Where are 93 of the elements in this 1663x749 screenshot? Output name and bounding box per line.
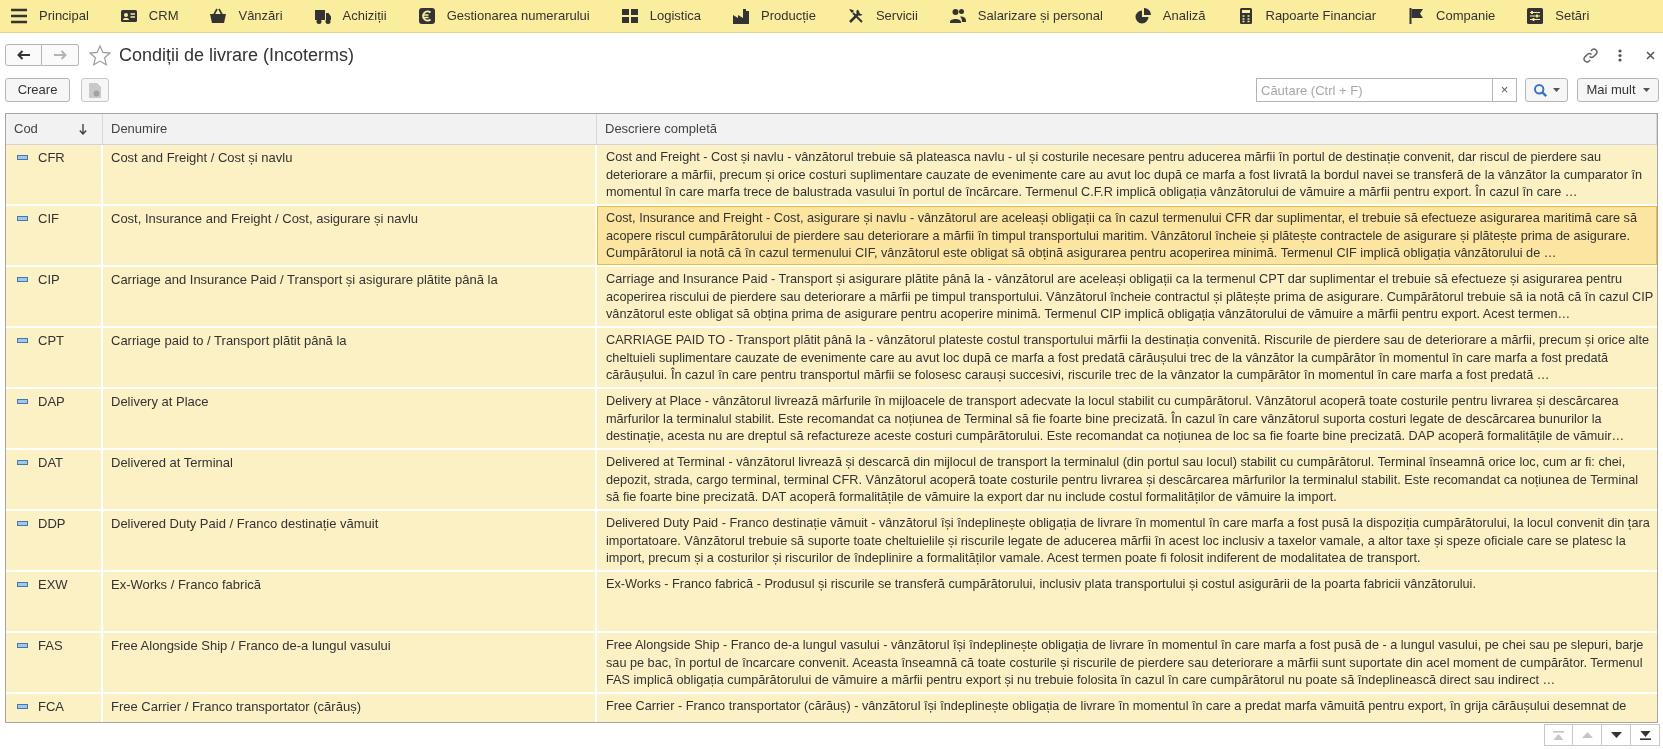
id-card-icon	[120, 8, 137, 24]
code-text: EXW	[38, 576, 68, 594]
table-cell: Ex-Works / Franco fabrică	[103, 572, 595, 631]
create-button[interactable]: Creare	[5, 78, 70, 102]
code-text: FAS	[38, 637, 63, 655]
table-cell: Delivery at Place - vânzătorul livrează mărfurile în mijloacele de transport adecvate la locul stabilit cu cumpărătorul. Vânzătorul acoperă toate costurile pentru livrarea și descărcarea mărfurilor la terminalul stabilit. Este recomandat ca noțiunea de Terminal să fie foarte bine precizată. În cazul în care vânzătorul suporta costuri legate de descărcarea bunurilor la destinație, acesta nu are dreptul să refactureze aceste costuri cumpărătorului. Este recomandat ca noțiunea de loc sa fie foarte bine precizată. DAP acoperă formalitățile de vămuir…	[597, 389, 1657, 448]
flag-icon	[1408, 8, 1425, 24]
dash-icon	[17, 704, 28, 709]
dash-icon	[17, 460, 28, 465]
bar-triangle-up-icon	[1553, 730, 1564, 740]
basket-icon	[210, 8, 227, 24]
table-cell: Delivered Duty Paid - Franco destinație vămuit - vânzătorul își îndeplinește obligația de livrare în momentul în care marfa a fost pusă la dispoziția cumpărătorului, la locul convenit din țara importatoare. Vânzătorul trebuie să suporte toate cheltuielile și riscurile legate de aducerea mărfii în acest loc inclusiv a taxelor vamale, a altor taxe și speze oficiale care se platesc la import, precum și a costurilor și riscurilor de îndeplinire a formalităților vamale. Acest termen poate fi folosit indiferent de modalitatea de transport.	[597, 511, 1657, 570]
arrow-left-icon	[17, 50, 30, 60]
table-cell: Carriage paid to / Transport plătit până la	[103, 328, 595, 387]
table-cell: Free Alongside Ship / Franco de-a lungul vasului	[103, 633, 595, 692]
search-button[interactable]	[1525, 78, 1568, 102]
caret-icon	[1642, 88, 1650, 92]
menu-icon	[11, 8, 27, 24]
table-cell: Cost and Freight - Cost și navlu - vânzătorul trebuie să plateasca navlu - ul și costurile necesare pentru aducerea mărfii în portul de destinație convenit, dar riscul de pierdere sau deteriorare a mărfii, precum și orice costuri suplimentare cauzate de evenimente care au avut loc după ce marfa a fost livrată la bordul navei se transferă de la vânzător la cumparator în momentul în care marfa trece de balustrada vasului în portul de încărcare. Termenul C.F.R implică obligația vânzătorului de vămuire a mărfii pentru export. În cazul în care …	[597, 145, 1657, 204]
scroll-down-button[interactable]	[1602, 724, 1631, 746]
code-text: DAP	[38, 393, 65, 411]
table-cell: Free Alongside Ship - Franco de-a lungul vasului - vânzătorul își îndeplinește obligația de livrare în momentul în care marfa a fost pusă de - a lungul vasului, pe chei sau pe slepuri, barje sau pe bac, în portul de încarcare convenit. Aceasta înseamnă că toate costurile și riscurile de pierdere sau deteriorare a mărfii sunt suportate din acel moment de cumpărător. Termenul FAS implică obligația cumpărătorului de vămuire a mărfii pentru export și nu trebuie folosita în cazul în care cumpărătorul nu poate să îndeplinească direct sau indirect …	[597, 633, 1657, 692]
code-text: DAT	[38, 454, 64, 472]
table-cell: Carriage and Insurance Paid - Transport și asigurare plătite până la - vânzătorul are aceleași obligații ca la termenul CPT dar suplimentar el trebuie să efectueze și asigurarea pentru acoperirea riscului de pierdere sau deteriorare a mărfii pe timpul transportului. Vânzătorul încheie contractul și plătește prima de asigurare. Cumpărătorul trebuie să ia notă că în cazul CIP vânzătorul este obligat să obțina prima de asigurare pentru acoperire minimă. Termenul CIP implică obligația vânzătorului de vămuire a mărfii pentru export. Acest termen…	[597, 267, 1657, 326]
table-cell: Carriage and Insurance Paid / Transport și asigurare plătite până la	[103, 267, 595, 326]
menu-item[interactable]: Companie	[1408, 0, 1496, 32]
search-icon	[1533, 83, 1547, 97]
scroll-to-bottom-button[interactable]	[1631, 724, 1660, 746]
menu-item[interactable]: Rapoarte Financiar	[1237, 0, 1377, 32]
dash-icon	[17, 277, 28, 282]
more-actions-button[interactable]: Mai mult	[1577, 78, 1659, 102]
table-cell: Delivered at Terminal - vânzătorul livrează și descarcă din mijlocul de transport la terminalul (din portul sau locul) stabilit cu cumpărătorul. Terminal înseamnă orice loc, cum ar fi: chei, depozit, strada, cargo terminal, terminal CFR. Vânzătorul acoperă toate costurile pentru livrarea și descărcarea mărfurilor la terminalul stabilit. Este recomandat ca noțiunea de Terminal să fie foarte bine precizată. DAT acoperă formalitățile de vămuire la export dar nu include costul formalităților de vămuire la import.	[597, 450, 1657, 509]
sort-arrow-icon	[79, 123, 87, 135]
tools-icon	[847, 8, 864, 24]
table-cell: Cost, Insurance and Freight - Cost, asigurare și navlu - vânzătorul are aceleași obligații ca în cazul termenului CFR dar suplimentar, el trebuie să efectueze asigurarea maritimă care să acopere riscul cumpărătorului de pierdere sau deteriorare a mărfii în timpul transportului maritim. Vânzătorul încheie și plătește contractele de asigurare și plătește prima de asigurare. Cumpărătorul ia notă că în cazul termenului CIF, vânzătorul este obligat să obțină asigurarea pentru acoperirea minimă. Termenul CIF implică obligația vânzătorului de …	[597, 206, 1657, 265]
calculator-icon	[1237, 8, 1254, 24]
table-cell: Delivery at Place	[103, 389, 595, 448]
pie-chart-icon	[1134, 8, 1151, 24]
code-text: FCA	[38, 698, 64, 716]
menu-item[interactable]: Vânzări	[210, 0, 283, 32]
table-cell: Free Carrier / Franco transportator (cărăuș)	[103, 694, 595, 722]
dash-icon	[17, 216, 28, 221]
page-title: Condiții de livrare (Incoterms)	[119, 43, 355, 67]
menu-item[interactable]: Setări	[1527, 0, 1590, 32]
column-header[interactable]: Denumire	[103, 114, 597, 144]
triangle-bar-down-icon	[1639, 730, 1651, 740]
code-text: CFR	[38, 149, 65, 167]
table-cell: Cost, Insurance and Freight / Cost, asigurare și navlu	[103, 206, 595, 265]
caret-icon	[1552, 88, 1560, 92]
dash-icon	[17, 521, 28, 526]
menu-item[interactable]: Producție	[733, 0, 816, 32]
currency-icon	[418, 8, 435, 24]
dash-icon	[17, 582, 28, 587]
boxes-icon	[621, 8, 638, 24]
code-text: CIF	[38, 210, 59, 228]
table-cell: Delivered Duty Paid / Franco destinație vămuit	[103, 511, 595, 570]
dash-icon	[17, 399, 28, 404]
dash-icon	[17, 155, 28, 160]
dash-icon	[17, 643, 28, 648]
menu-item[interactable]: Logistica	[621, 0, 701, 32]
more-icon	[1618, 48, 1622, 62]
dash-icon	[17, 338, 28, 343]
menu-item[interactable]: CRM	[120, 0, 179, 32]
code-text: DDP	[38, 515, 66, 533]
document-icon	[89, 82, 101, 98]
truck-icon	[314, 8, 331, 24]
table-cell: CARRIAGE PAID TO - Transport plătit până la - vânzătorul plateste costul transportului mărfii la destinația convenită. Riscurile de pierdere sau de deteriorare a mărfii, precum și orice alte cheltuieli suplimentare cauzate de evenimente care au avut loc după ce marfa a fost predată cărăușului trec de la vânzător la cumpărător în momentul în care marfa a fost predată cărăușului. În cazul în care pentru transportul mărfii se folosesc carauși succesivi, riscurile trec de la vânzator la cumpărător în momentul în care marfa a fost predată …	[597, 328, 1657, 387]
menu-item[interactable]: Principal	[11, 0, 89, 32]
people-icon	[949, 8, 966, 24]
star-icon[interactable]	[89, 44, 111, 66]
menu-item[interactable]: Servicii	[847, 0, 918, 32]
column-header[interactable]: Descriere completă	[597, 114, 1657, 144]
menu-item[interactable]: Salarizare și personal	[949, 0, 1103, 32]
triangle-down-icon	[1610, 732, 1622, 738]
menu-item[interactable]: Achiziții	[314, 0, 387, 32]
column-header[interactable]: Cod	[6, 114, 103, 144]
arrow-right-icon	[53, 50, 67, 60]
code-text: CIP	[38, 271, 60, 289]
close-icon	[1645, 50, 1655, 60]
table-cell: Cost and Freight / Cost și navlu	[103, 145, 595, 204]
sliders-icon	[1527, 8, 1544, 24]
menu-item[interactable]: Gestionarea numerarului	[418, 0, 590, 32]
triangle-up-icon	[1581, 732, 1593, 738]
table-cell: Ex-Works - Franco fabrică - Produsul și riscurile se transferă cumpărătorului, inclusiv plata transportului și costul asigurării de la poarta fabricii vânzătorului.	[597, 572, 1657, 631]
table-cell: Free Carrier - Franco transportator (cărăuș) - vânzătorul își îndeplinește obligația de livrare în momentul în care a predat marfa vămuită pentru export, în grija cărăușului desemnat de	[597, 694, 1657, 722]
search-field[interactable]: Căutare (Ctrl + F)	[1256, 78, 1493, 102]
clear-search-button[interactable]: ×	[1493, 78, 1517, 102]
factory-icon	[733, 8, 749, 24]
link-icon	[1582, 47, 1598, 63]
table-cell: Delivered at Terminal	[103, 450, 595, 509]
menu-item[interactable]: Analiză	[1134, 0, 1206, 32]
code-text: CPT	[38, 332, 64, 350]
back-button[interactable]	[5, 44, 42, 66]
